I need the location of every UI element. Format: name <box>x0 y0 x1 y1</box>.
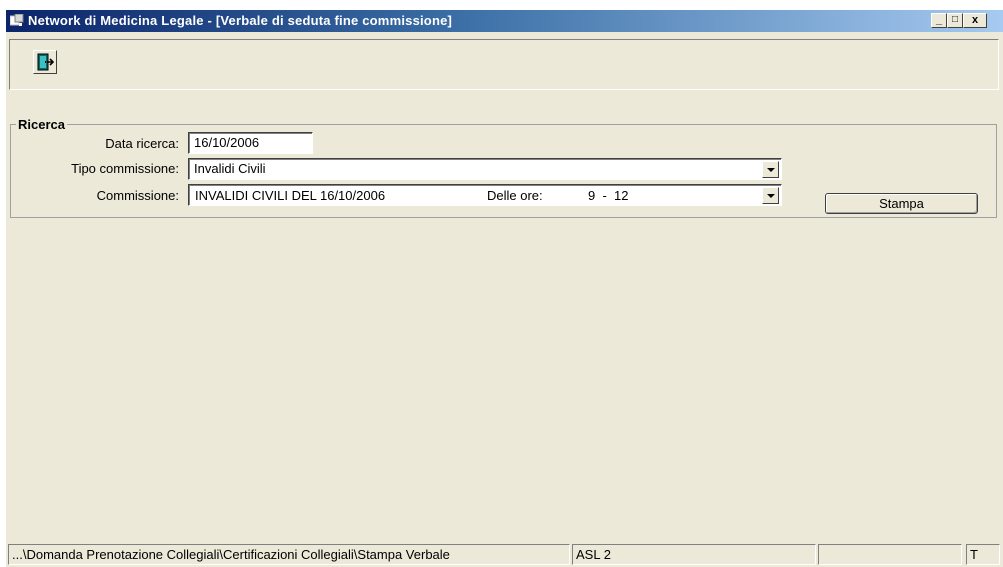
search-group-title: Ricerca <box>16 117 67 132</box>
commission-dropdown-arrow[interactable] <box>762 187 779 204</box>
maximize-button[interactable]: □ <box>947 13 963 28</box>
hours-label: Delle ore: <box>487 188 543 203</box>
status-mode: T <box>966 544 1000 565</box>
status-empty <box>818 544 962 565</box>
print-button[interactable]: Stampa <box>825 193 978 214</box>
status-bar: ...\Domanda Prenotazione Collegiali\Cert… <box>6 542 1003 567</box>
status-asl: ASL 2 <box>572 544 816 565</box>
hours-value: 9 - 12 <box>588 188 629 203</box>
commission-type-dropdown-arrow[interactable] <box>762 161 779 178</box>
commission-type-label: Tipo commissione: <box>71 161 179 176</box>
commission-select[interactable]: INVALIDI CIVILI DEL 16/10/2006 Delle ore… <box>188 184 782 206</box>
application-window: Network di Medicina Legale - [Verbale di… <box>6 10 1003 567</box>
date-field[interactable]: 16/10/2006 <box>188 132 313 154</box>
commission-type-select[interactable]: Invalidi Civili <box>188 158 782 180</box>
commission-type-value: Invalidi Civili <box>194 161 266 176</box>
minimize-button[interactable]: _ <box>931 13 947 28</box>
title-bar[interactable]: Network di Medicina Legale - [Verbale di… <box>6 10 1003 32</box>
close-button[interactable]: x <box>963 13 987 28</box>
commission-label: Commissione: <box>96 188 179 203</box>
app-icon <box>10 14 24 26</box>
window-title: Network di Medicina Legale - [Verbale di… <box>28 13 453 28</box>
toolbar-panel <box>9 39 999 90</box>
exit-door-icon <box>37 53 55 71</box>
date-label: Data ricerca: <box>105 136 179 151</box>
exit-button[interactable] <box>33 50 57 74</box>
commission-name: INVALIDI CIVILI DEL 16/10/2006 <box>195 188 386 203</box>
status-path: ...\Domanda Prenotazione Collegiali\Cert… <box>8 544 570 565</box>
